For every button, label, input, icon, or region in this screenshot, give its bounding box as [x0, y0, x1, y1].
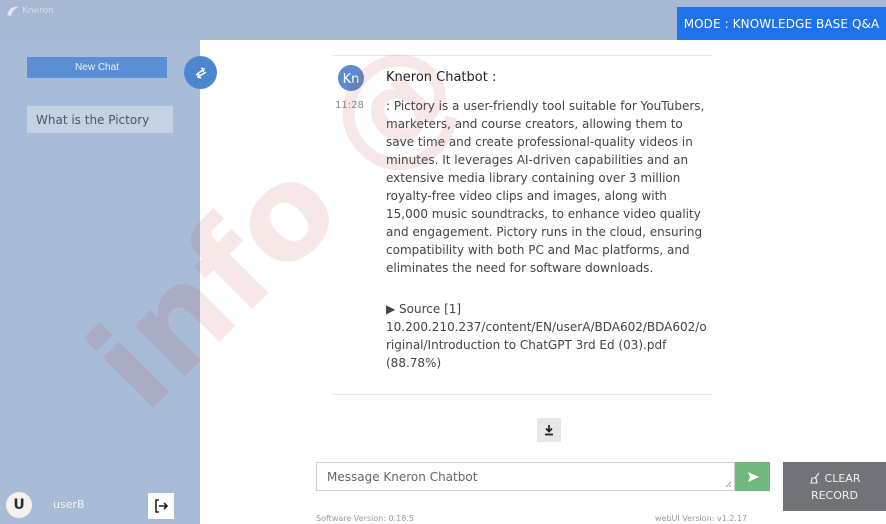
sidebar: New Chat What is the Pictory U userB — [0, 40, 200, 524]
top-bar: Kneron MODE : KNOWLEDGE BASE Q&A — [0, 0, 886, 40]
source-path: 10.200.210.237/content/EN/userA/BDA602/B… — [386, 320, 707, 352]
logout-button[interactable] — [148, 493, 174, 519]
broom-icon — [809, 472, 819, 484]
app-logo: Kneron — [6, 5, 54, 17]
app-window: Kneron MODE : KNOWLEDGE BASE Q&A New Cha… — [0, 0, 886, 524]
clear-label-line2: RECORD — [810, 488, 859, 502]
sidebar-toggle-button[interactable] — [184, 56, 217, 89]
message-input-wrapper — [316, 462, 735, 491]
message-bottom-divider — [333, 394, 713, 395]
user-area: U userB — [0, 484, 200, 524]
user-avatar: U — [6, 492, 32, 518]
download-button[interactable] — [537, 418, 561, 442]
message-input[interactable] — [317, 463, 734, 490]
bot-avatar-text: Kn — [343, 72, 360, 87]
logo-icon — [7, 6, 19, 16]
source-toggle[interactable]: ▶ Source [1] — [386, 300, 708, 318]
bot-message-text: : Pictory is a user-friendly tool suitab… — [386, 99, 705, 275]
new-chat-button[interactable]: New Chat — [27, 57, 167, 78]
clear-label-line1: CLEAR — [824, 471, 861, 485]
bot-avatar: Kn — [333, 63, 369, 93]
bot-name: Kneron Chatbot : — [386, 70, 497, 85]
webui-version: webUI Version: v1.2.17 — [655, 514, 748, 523]
user-name: userB — [53, 498, 85, 511]
swap-arrows-icon — [195, 66, 206, 79]
resize-grip-icon[interactable] — [725, 481, 732, 488]
source-score: (88.78%) — [386, 356, 442, 370]
source-block[interactable]: ▶ Source [1] 10.200.210.237/content/EN/u… — [386, 300, 708, 372]
mode-badge[interactable]: MODE : KNOWLEDGE BASE Q&A — [677, 7, 886, 40]
logo-text: Kneron — [22, 6, 54, 16]
logout-icon — [155, 499, 169, 513]
software-version: Software Version: 0.18.5 — [316, 514, 414, 523]
bot-avatar-icon: Kn — [338, 65, 364, 91]
chat-history-item[interactable]: What is the Pictory — [27, 106, 173, 133]
send-button[interactable] — [735, 462, 770, 491]
send-icon — [747, 471, 759, 482]
message-time: 11:28 — [335, 100, 364, 111]
clear-record-button[interactable]: CLEAR RECORD — [783, 462, 886, 511]
download-icon — [545, 425, 553, 436]
